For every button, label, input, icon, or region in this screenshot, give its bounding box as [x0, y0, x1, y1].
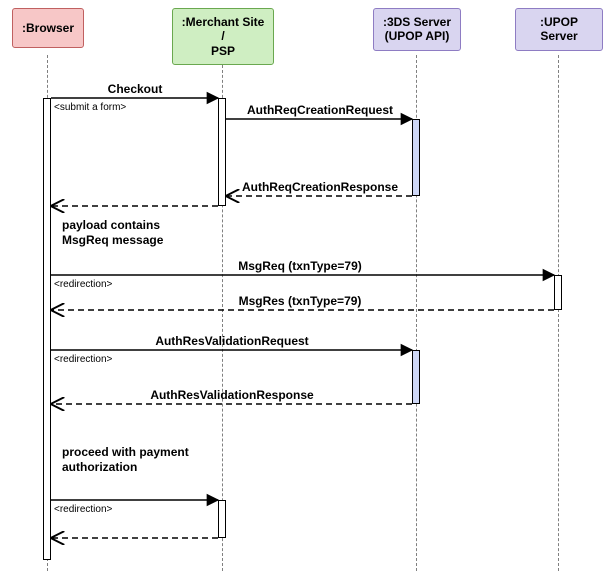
activation-upop — [554, 275, 562, 310]
msg-authresvalidationrequest: AuthResValidationRequest — [132, 334, 332, 348]
msg-checkout: Checkout — [35, 82, 235, 96]
participant-browser-label: :Browser — [22, 21, 74, 35]
participant-3ds-label: :3DS Server(UPOP API) — [383, 15, 451, 44]
activation-browser-main — [43, 98, 51, 560]
msg-authreqcreationrequest: AuthReqCreationRequest — [220, 103, 420, 117]
msg-authreqcreationresponse: AuthReqCreationResponse — [220, 180, 420, 194]
sequence-diagram: :Browser :Merchant Site /PSP :3DS Server… — [0, 0, 606, 581]
guard-submit-form: <submit a form> — [54, 102, 126, 113]
msg-authresvalidationresponse: AuthResValidationResponse — [132, 388, 332, 402]
note-proceed: proceed with payment authorization — [62, 445, 189, 475]
participant-merchant-label: :Merchant Site /PSP — [181, 15, 265, 58]
participant-upop-label: :UPOP Server — [524, 15, 594, 44]
guard-redirection-3: <redirection> — [54, 504, 112, 515]
lifeline-upop — [558, 55, 559, 571]
msg-msgres: MsgRes (txnType=79) — [200, 294, 400, 308]
guard-redirection-2: <redirection> — [54, 354, 112, 365]
guard-redirection-1: <redirection> — [54, 279, 112, 290]
participant-3ds: :3DS Server(UPOP API) — [373, 8, 461, 51]
participant-browser: :Browser — [12, 8, 84, 48]
participant-upop: :UPOP Server — [515, 8, 603, 51]
activation-3ds-2 — [412, 350, 420, 404]
note-payload: payload contains MsgReq message — [62, 218, 163, 248]
participant-merchant: :Merchant Site /PSP — [172, 8, 274, 65]
activation-merchant-2 — [218, 500, 226, 538]
msg-msgreq: MsgReq (txnType=79) — [200, 259, 400, 273]
